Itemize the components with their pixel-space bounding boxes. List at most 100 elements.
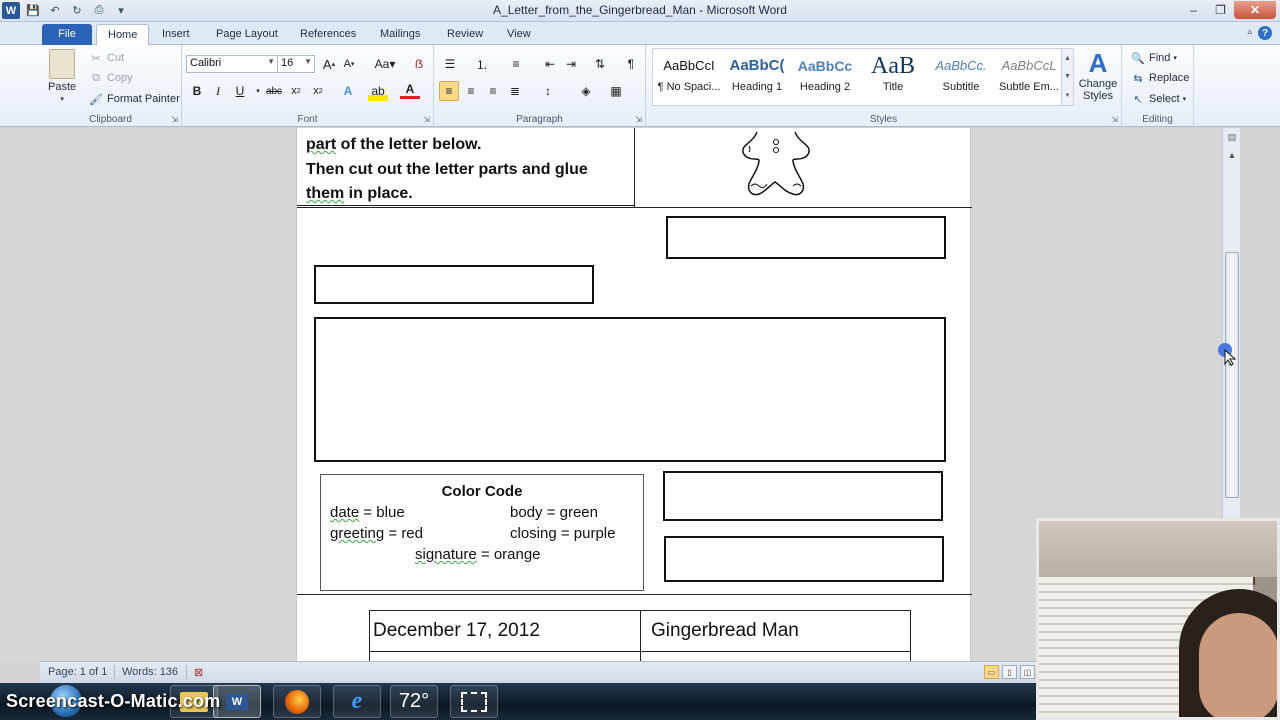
chevron-down-icon[interactable]: ▼ <box>1064 73 1071 80</box>
show-formatting-marks-icon[interactable]: ¶ <box>621 54 641 74</box>
font-name-combo[interactable]: Calibri ▼ <box>186 55 278 73</box>
webcam-wall <box>1039 521 1277 577</box>
scroll-thumb[interactable] <box>1225 252 1239 498</box>
full-screen-reading-icon[interactable]: ▯ <box>1002 665 1017 679</box>
cut-label: Cut <box>107 52 125 64</box>
letter-part-box[interactable] <box>666 216 946 259</box>
scissors-icon: ✂ <box>91 52 101 65</box>
cut-button[interactable]: ✂ Cut <box>88 50 124 66</box>
letter-parts-table[interactable]: December 17, 2012 Gingerbread Man <box>369 610 911 661</box>
instruction-text[interactable]: part of the letter below. Then cut out t… <box>306 133 588 207</box>
align-right-icon[interactable]: ≡ <box>483 81 503 101</box>
tab-file[interactable]: File <box>42 24 92 45</box>
table-cell-date[interactable]: December 17, 2012 <box>370 611 640 651</box>
style-no-spacing[interactable]: AaBbCcI ¶ No Spaci... <box>655 51 723 103</box>
line-spacing-icon[interactable]: ↕ <box>538 81 558 101</box>
proofing-icon[interactable]: ⊠ <box>194 666 203 679</box>
strikethrough-icon[interactable]: abc <box>264 81 284 101</box>
paste-button[interactable]: Paste ▾ <box>48 49 76 103</box>
tab-home[interactable]: Home <box>96 24 150 45</box>
text-effects-icon[interactable]: A <box>338 81 358 101</box>
underline-icon[interactable]: U <box>230 81 250 101</box>
instruction-word: part <box>306 136 337 153</box>
shading-icon[interactable]: ◈ <box>576 81 596 101</box>
view-ruler-icon[interactable]: ▤ <box>1225 132 1239 144</box>
color-code-box[interactable]: Color Code date = blue body = green gree… <box>320 474 644 591</box>
style-title[interactable]: AaB Title <box>859 51 927 103</box>
sort-icon[interactable]: ⇅ <box>590 54 610 74</box>
close-button[interactable]: ✕ <box>1234 1 1276 19</box>
ribbon-minimize-icon[interactable]: ▵ <box>1247 26 1252 40</box>
style-heading-1[interactable]: AaBbC( Heading 1 <box>723 51 791 103</box>
letter-part-box[interactable] <box>663 471 943 521</box>
status-page[interactable]: Page: 1 of 1 <box>48 666 107 678</box>
shrink-font-icon[interactable]: A ▾ <box>339 54 359 74</box>
taskbar-ie-icon[interactable]: e <box>333 685 381 718</box>
tab-view[interactable]: View <box>496 24 542 45</box>
bold-icon[interactable]: B <box>187 81 207 101</box>
style-heading-2[interactable]: AaBbCc Heading 2 <box>791 51 859 103</box>
bullets-icon[interactable]: ☰ <box>440 54 460 74</box>
document-page[interactable]: part of the letter below. Then cut out t… <box>296 128 972 661</box>
style-subtitle[interactable]: AaBbCc. Subtitle <box>927 51 995 103</box>
more-icon[interactable]: ▾ <box>1066 91 1070 99</box>
scroll-up-icon[interactable]: ▲ <box>1225 150 1239 164</box>
letter-part-box[interactable] <box>314 265 594 304</box>
chevron-up-icon[interactable]: ▲ <box>1064 55 1071 62</box>
tab-page-layout[interactable]: Page Layout <box>205 24 289 45</box>
find-button[interactable]: 🔍 Find ▾ <box>1130 50 1177 66</box>
font-launcher-icon[interactable]: ⇲ <box>423 115 430 124</box>
color-code-date-value: = blue <box>359 504 405 521</box>
instruction-line-3: in place. <box>344 185 413 202</box>
numbering-icon[interactable]: ⒈ <box>472 54 492 74</box>
table-cell-greeting[interactable]: Gingerbread Man <box>648 611 910 651</box>
subscript-icon[interactable]: x2 <box>286 81 306 101</box>
decrease-indent-icon[interactable]: ⇤ <box>540 54 560 74</box>
taskbar-firefox-icon[interactable] <box>273 685 321 718</box>
clipboard-launcher-icon[interactable]: ⇲ <box>171 115 178 124</box>
taskbar-snipping-icon[interactable] <box>450 685 498 718</box>
tab-insert[interactable]: Insert <box>151 24 201 45</box>
web-layout-icon[interactable]: ◫ <box>1020 665 1035 679</box>
help-icon[interactable]: ? <box>1258 26 1272 40</box>
letter-part-box[interactable] <box>314 317 946 462</box>
instruction-line-1: of the letter below. <box>336 136 482 153</box>
change-styles-button[interactable]: A Change Styles <box>1076 49 1120 102</box>
grow-font-icon[interactable]: A ▴ <box>319 54 339 74</box>
replace-icon: ⇆ <box>1133 72 1143 85</box>
superscript-icon[interactable]: x2 <box>308 81 328 101</box>
paste-icon <box>49 49 76 79</box>
restore-button[interactable]: ❐ <box>1207 1 1234 19</box>
gallery-scroll[interactable]: ▲ ▼ ▾ <box>1061 49 1073 105</box>
copy-button[interactable]: ⧉ Copy <box>88 70 133 86</box>
clear-formatting-icon[interactable]: ẞ <box>409 54 429 74</box>
styles-launcher-icon[interactable]: ⇲ <box>1111 115 1118 124</box>
select-button[interactable]: ↖ Select ▾ <box>1130 91 1186 107</box>
tab-mailings[interactable]: Mailings <box>369 24 431 45</box>
format-painter-button[interactable]: 🖌 Format Painter <box>88 91 180 107</box>
align-center-icon[interactable]: ≡ <box>461 81 481 101</box>
font-color-icon[interactable]: A <box>400 81 420 99</box>
replace-button[interactable]: ⇆ Replace <box>1130 70 1189 86</box>
table-rule <box>297 207 972 208</box>
taskbar-weather-gadget[interactable]: 72° <box>390 685 438 718</box>
letter-part-box[interactable] <box>664 536 944 582</box>
status-words[interactable]: Words: 136 <box>122 666 178 678</box>
minimize-button[interactable]: – <box>1180 1 1207 19</box>
change-case-icon[interactable]: Aa▾ <box>372 54 398 74</box>
justify-icon[interactable]: ≣ <box>505 81 525 101</box>
highlight-icon[interactable]: ab <box>368 81 388 101</box>
tab-review[interactable]: Review <box>436 24 494 45</box>
status-bar: Page: 1 of 1 Words: 136 ⊠ ▭ ▯ ◫ <box>40 661 1040 683</box>
borders-icon[interactable]: ▦ <box>606 81 626 101</box>
print-layout-icon[interactable]: ▭ <box>984 665 999 679</box>
multilevel-list-icon[interactable]: ≡ <box>506 54 526 74</box>
paragraph-launcher-icon[interactable]: ⇲ <box>635 115 642 124</box>
tab-references[interactable]: References <box>289 24 367 45</box>
align-left-icon[interactable]: ≡ <box>439 81 459 101</box>
style-subtle-emphasis[interactable]: AaBbCcL Subtle Em... <box>995 51 1063 103</box>
increase-indent-icon[interactable]: ⇥ <box>561 54 581 74</box>
italic-icon[interactable]: I <box>208 81 228 101</box>
window-controls: – ❐ ✕ <box>1180 1 1276 19</box>
font-size-combo[interactable]: 16 ▼ <box>277 55 315 73</box>
